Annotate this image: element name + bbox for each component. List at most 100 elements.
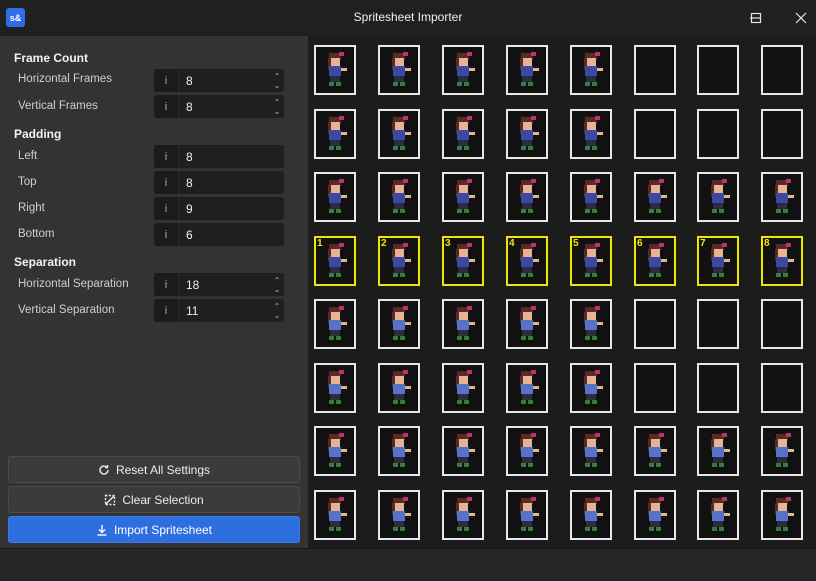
grid-cell[interactable] xyxy=(442,109,484,159)
grid-cell[interactable] xyxy=(761,109,803,159)
info-icon: i xyxy=(154,299,179,322)
padding-top-field[interactable]: i 8 xyxy=(154,171,284,194)
grid-cell[interactable] xyxy=(570,490,612,540)
reset-all-settings-button[interactable]: Reset All Settings xyxy=(8,456,300,483)
import-spritesheet-button[interactable]: Import Spritesheet xyxy=(8,516,300,543)
grid-cell[interactable] xyxy=(570,172,612,222)
grid-cell[interactable] xyxy=(634,363,676,413)
vertical-separation-value[interactable]: 11 xyxy=(179,304,270,318)
grid-cell[interactable] xyxy=(634,45,676,95)
grid-cell[interactable] xyxy=(570,363,612,413)
vertical-separation-field[interactable]: i 11 ⌃ ⌄ xyxy=(154,299,284,322)
grid-cell[interactable] xyxy=(761,299,803,349)
grid-cell[interactable] xyxy=(570,109,612,159)
vertical-frames-value[interactable]: 8 xyxy=(179,100,270,114)
grid-cell[interactable] xyxy=(442,490,484,540)
grid-cell[interactable]: 6 xyxy=(634,236,676,286)
chevron-up-icon[interactable]: ⌃ xyxy=(274,98,281,107)
grid-cell[interactable] xyxy=(378,172,420,222)
close-button[interactable] xyxy=(778,0,816,36)
grid-cell[interactable] xyxy=(506,363,548,413)
chevron-up-icon[interactable]: ⌃ xyxy=(274,302,281,311)
sprite-grid[interactable]: 1 2 3 4 5 6 7 8 xyxy=(308,36,816,548)
padding-bottom-value[interactable]: 6 xyxy=(179,228,284,242)
padding-left-field[interactable]: i 8 xyxy=(154,145,284,168)
horizontal-frames-field[interactable]: i 8 ⌃ ⌄ xyxy=(154,69,284,92)
grid-cell[interactable] xyxy=(697,172,739,222)
grid-cell[interactable] xyxy=(378,299,420,349)
grid-cell[interactable] xyxy=(378,363,420,413)
grid-cell[interactable] xyxy=(378,109,420,159)
chevron-down-icon[interactable]: ⌄ xyxy=(274,107,281,116)
grid-cell[interactable] xyxy=(378,490,420,540)
padding-bottom-field[interactable]: i 6 xyxy=(154,223,284,246)
horizontal-separation-value[interactable]: 18 xyxy=(179,278,270,292)
grid-cell[interactable] xyxy=(697,109,739,159)
padding-top-value[interactable]: 8 xyxy=(179,176,284,190)
sprite-frame xyxy=(392,116,411,150)
stepper[interactable]: ⌃ ⌄ xyxy=(270,273,284,296)
grid-cell[interactable] xyxy=(378,426,420,476)
grid-cell[interactable] xyxy=(697,45,739,95)
clear-selection-button[interactable]: Clear Selection xyxy=(8,486,300,513)
grid-cell[interactable] xyxy=(314,363,356,413)
stepper[interactable]: ⌃ ⌄ xyxy=(270,69,284,92)
grid-cell[interactable] xyxy=(506,426,548,476)
grid-cell[interactable] xyxy=(634,299,676,349)
chevron-down-icon[interactable]: ⌄ xyxy=(274,311,281,320)
grid-cell[interactable] xyxy=(314,490,356,540)
grid-cell[interactable] xyxy=(761,363,803,413)
horizontal-frames-value[interactable]: 8 xyxy=(179,74,270,88)
grid-cell[interactable]: 2 xyxy=(378,236,420,286)
grid-cell[interactable] xyxy=(442,299,484,349)
grid-cell[interactable] xyxy=(506,490,548,540)
grid-cell[interactable] xyxy=(570,299,612,349)
padding-right-value[interactable]: 9 xyxy=(179,202,284,216)
grid-cell[interactable] xyxy=(506,299,548,349)
frame-number: 6 xyxy=(637,238,643,249)
grid-cell[interactable] xyxy=(314,426,356,476)
grid-cell[interactable]: 8 xyxy=(761,236,803,286)
padding-left-value[interactable]: 8 xyxy=(179,150,284,164)
grid-cell[interactable] xyxy=(506,172,548,222)
grid-cell[interactable]: 1 xyxy=(314,236,356,286)
stepper[interactable]: ⌃ ⌄ xyxy=(270,95,284,118)
grid-cell[interactable] xyxy=(442,45,484,95)
grid-cell[interactable] xyxy=(378,45,420,95)
grid-cell[interactable] xyxy=(314,109,356,159)
grid-cell[interactable] xyxy=(634,490,676,540)
grid-cell[interactable] xyxy=(634,426,676,476)
chevron-up-icon[interactable]: ⌃ xyxy=(274,276,281,285)
grid-cell[interactable]: 3 xyxy=(442,236,484,286)
grid-cell[interactable] xyxy=(697,490,739,540)
grid-cell[interactable] xyxy=(634,172,676,222)
grid-cell[interactable] xyxy=(570,45,612,95)
grid-cell[interactable] xyxy=(442,426,484,476)
chevron-down-icon[interactable]: ⌄ xyxy=(274,285,281,294)
grid-cell[interactable]: 7 xyxy=(697,236,739,286)
grid-cell[interactable] xyxy=(506,109,548,159)
horizontal-separation-field[interactable]: i 18 ⌃ ⌄ xyxy=(154,273,284,296)
grid-cell[interactable] xyxy=(697,299,739,349)
grid-cell[interactable]: 5 xyxy=(570,236,612,286)
grid-cell[interactable] xyxy=(761,490,803,540)
grid-cell[interactable] xyxy=(506,45,548,95)
grid-cell[interactable] xyxy=(570,426,612,476)
grid-cell[interactable] xyxy=(697,426,739,476)
chevron-up-icon[interactable]: ⌃ xyxy=(274,72,281,81)
stepper[interactable]: ⌃ ⌄ xyxy=(270,299,284,322)
grid-cell[interactable] xyxy=(314,172,356,222)
grid-cell[interactable] xyxy=(761,172,803,222)
grid-cell[interactable]: 4 xyxy=(506,236,548,286)
chevron-down-icon[interactable]: ⌄ xyxy=(274,81,281,90)
grid-cell[interactable] xyxy=(314,45,356,95)
grid-cell[interactable] xyxy=(697,363,739,413)
grid-cell[interactable] xyxy=(442,172,484,222)
padding-right-field[interactable]: i 9 xyxy=(154,197,284,220)
grid-cell[interactable] xyxy=(634,109,676,159)
grid-cell[interactable] xyxy=(442,363,484,413)
grid-cell[interactable] xyxy=(761,45,803,95)
grid-cell[interactable] xyxy=(314,299,356,349)
grid-cell[interactable] xyxy=(761,426,803,476)
vertical-frames-field[interactable]: i 8 ⌃ ⌄ xyxy=(154,95,284,118)
